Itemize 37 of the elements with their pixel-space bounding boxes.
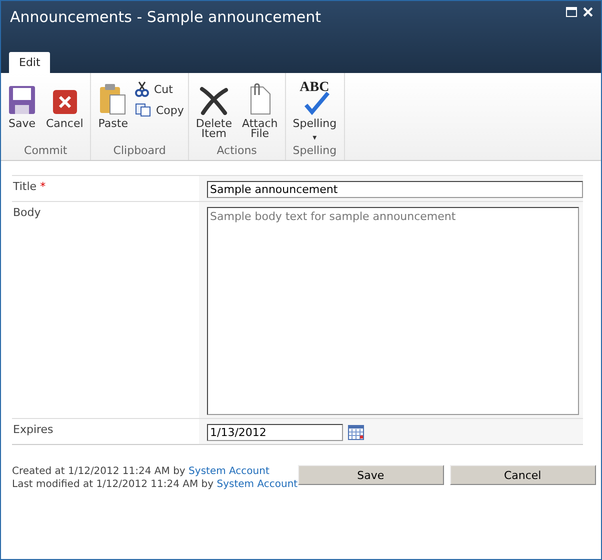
group-label: Actions bbox=[216, 144, 258, 159]
required-marker: * bbox=[40, 180, 46, 193]
maximize-icon[interactable] bbox=[566, 7, 577, 17]
ribbon-button[interactable]: Cancel bbox=[43, 81, 86, 144]
calendar-icon[interactable] bbox=[348, 425, 364, 440]
ribbon-button[interactable]: Copy bbox=[134, 103, 184, 117]
window-title: Announcements - Sample announcement bbox=[10, 8, 322, 26]
form-button[interactable]: Cancel bbox=[450, 465, 596, 485]
close-icon[interactable] bbox=[583, 7, 593, 17]
ribbon-button[interactable]: Cut bbox=[134, 81, 184, 97]
copy-icon bbox=[134, 103, 151, 117]
group-label: Clipboard bbox=[112, 144, 167, 159]
ribbon-button[interactable]: Save bbox=[5, 81, 39, 144]
title-field[interactable]: Sample announcement bbox=[207, 181, 583, 198]
clipboard-icon bbox=[99, 83, 128, 115]
form-button[interactable]: Save bbox=[298, 465, 444, 485]
delete-icon bbox=[198, 85, 229, 115]
user-link[interactable]: System Account bbox=[216, 479, 298, 490]
group-label: Spelling bbox=[292, 144, 338, 159]
ribbon-button[interactable]: Attach File bbox=[239, 81, 281, 144]
field-label: Title bbox=[13, 180, 37, 193]
body-field[interactable]: Sample body text for sample announcement bbox=[207, 207, 579, 415]
created-info: Created at 1/12/2012 11:24 AM by System Account bbox=[12, 465, 270, 478]
user-link[interactable]: System Account bbox=[188, 466, 270, 477]
field-label: Expires bbox=[13, 423, 54, 436]
ribbon-button[interactable]: Paste bbox=[95, 81, 131, 144]
modified-info: Last modified at 1/12/2012 11:24 AM by System Account bbox=[12, 478, 298, 491]
group-label: Commit bbox=[23, 144, 68, 159]
abc-text-icon: ABC bbox=[300, 83, 330, 93]
field-label: Body bbox=[13, 206, 41, 219]
ribbon-button[interactable]: ABC Spelling ▾ bbox=[290, 81, 340, 144]
date-field[interactable]: 1/13/2012 bbox=[207, 424, 343, 441]
caret-icon: ▾ bbox=[312, 133, 317, 143]
ribbon-tab[interactable]: Edit bbox=[9, 52, 50, 73]
ribbon-button[interactable]: Delete Item bbox=[192, 81, 236, 144]
scissors-icon bbox=[134, 81, 149, 97]
close-icon bbox=[52, 89, 78, 115]
